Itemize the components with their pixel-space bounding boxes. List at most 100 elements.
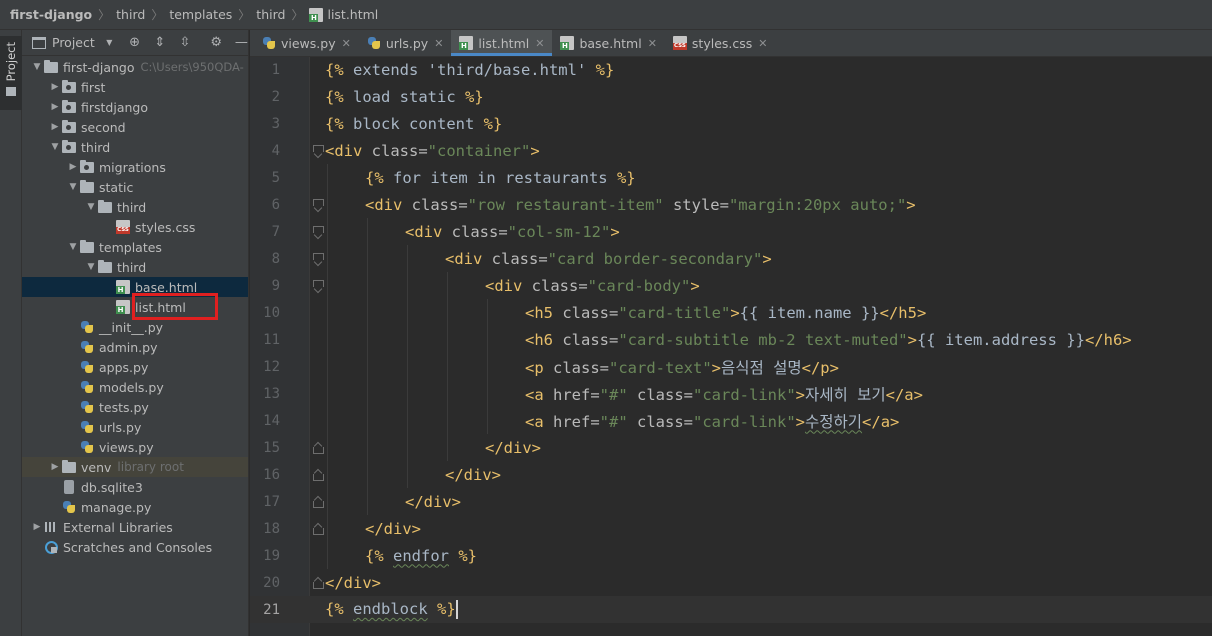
- project-tree: ▼ first-django C:\Users\950QDA- ▶ first ▶ firs…: [22, 56, 248, 557]
- code-token: </div>: [405, 492, 461, 511]
- chevron-down-icon[interactable]: ▼: [84, 262, 98, 272]
- code-token: >: [906, 195, 916, 214]
- breadcrumb-item[interactable]: templates: [169, 7, 232, 22]
- close-icon[interactable]: ✕: [758, 37, 767, 50]
- folder-icon: [62, 459, 76, 473]
- code-line: 11 <h6 class="card-subtitle mb-2 text-mut…: [250, 326, 1212, 353]
- code-editor[interactable]: 1 {% extends 'third/base.html' %} 2 {% load…: [250, 57, 1212, 636]
- tree-item-venv[interactable]: ▶ venv library root: [22, 457, 248, 477]
- tree-item-third[interactable]: ▼ third: [22, 197, 248, 217]
- code-token: >: [530, 141, 540, 160]
- tree-item-migrations[interactable]: ▶ migrations: [22, 157, 248, 177]
- chevron-down-icon[interactable]: ▼: [66, 242, 80, 252]
- chevron-right-icon[interactable]: ▶: [48, 82, 62, 92]
- chevron-down-icon[interactable]: ▼: [84, 202, 98, 212]
- tree-item-first-django[interactable]: ▼ first-django C:\Users\950QDA-: [22, 57, 248, 77]
- chevron-down-icon[interactable]: ▼: [103, 38, 116, 47]
- tree-item-tests-py[interactable]: tests.py: [22, 397, 248, 417]
- code-token: >: [610, 222, 620, 241]
- project-view-selector[interactable]: Project: [52, 35, 95, 50]
- tree-item-hint: library root: [117, 460, 184, 474]
- code-token: %}: [616, 168, 636, 187]
- tree-item-external-libraries[interactable]: ▶ External Libraries: [22, 517, 248, 537]
- code-line: 2 {% load static %}: [250, 83, 1212, 110]
- tree-item-db-sqlite3[interactable]: db.sqlite3: [22, 477, 248, 497]
- breadcrumb-item[interactable]: first-django: [10, 7, 92, 22]
- expand-all-icon[interactable]: ⇕: [153, 35, 166, 50]
- line-number: 16: [263, 466, 280, 483]
- code-text: <a href="#" class="card-link">자세히 보기</a>: [525, 383, 923, 405]
- fold-open-icon[interactable]: [312, 253, 324, 264]
- close-icon[interactable]: ✕: [648, 37, 657, 50]
- collapse-all-icon[interactable]: ⇳: [178, 35, 191, 50]
- tree-item-scratches-and-consoles[interactable]: Scratches and Consoles: [22, 537, 248, 557]
- fold-close-icon[interactable]: [312, 442, 324, 454]
- tab-base-html[interactable]: base.html ✕: [552, 30, 664, 56]
- code-token: class=: [491, 249, 548, 268]
- code-token: %}: [595, 60, 615, 79]
- chevron-right-icon[interactable]: ▶: [30, 522, 44, 532]
- code-token: >: [690, 276, 700, 295]
- tree-item-admin-py[interactable]: admin.py: [22, 337, 248, 357]
- tree-item-styles-css[interactable]: styles.css: [22, 217, 248, 237]
- fold-close-icon[interactable]: [312, 577, 324, 589]
- fold-open-icon[interactable]: [312, 145, 324, 156]
- fold-open-icon[interactable]: [312, 199, 324, 210]
- close-icon[interactable]: ✕: [342, 37, 351, 50]
- breadcrumb-item[interactable]: third: [256, 7, 285, 22]
- tree-item-views-py[interactable]: views.py: [22, 437, 248, 457]
- tree-item-init-py[interactable]: __init__.py: [22, 317, 248, 337]
- locate-file-icon[interactable]: ⊕: [128, 35, 141, 50]
- tree-item-second[interactable]: ▶ second: [22, 117, 248, 137]
- chevron-down-icon[interactable]: ▼: [66, 182, 80, 192]
- tree-item-static[interactable]: ▼ static: [22, 177, 248, 197]
- tree-item-apps-py[interactable]: apps.py: [22, 357, 248, 377]
- minimize-icon[interactable]: —: [235, 35, 248, 50]
- code-line: 21 {% endblock %}: [250, 596, 1212, 623]
- gear-icon[interactable]: ⚙: [210, 35, 223, 50]
- chevron-right-icon[interactable]: ▶: [48, 122, 62, 132]
- chevron-down-icon[interactable]: ▼: [30, 62, 44, 72]
- tree-item-urls-py[interactable]: urls.py: [22, 417, 248, 437]
- code-token: >: [730, 303, 740, 322]
- fold-close-icon[interactable]: [312, 496, 324, 508]
- code-line: 14 <a href="#" class="card-link">수정하기</a>: [250, 407, 1212, 434]
- code-token: {{ item.address }}: [916, 330, 1085, 349]
- fold-close-icon[interactable]: [312, 469, 324, 481]
- code-text: </div>: [485, 439, 541, 457]
- tree-item-label: firstdjango: [81, 99, 148, 115]
- fold-open-icon[interactable]: [312, 280, 324, 291]
- fold-close-icon[interactable]: [312, 523, 324, 535]
- code-token: %}: [483, 114, 503, 133]
- fold-open-icon[interactable]: [312, 226, 324, 237]
- tree-item-models-py[interactable]: models.py: [22, 377, 248, 397]
- code-token: </h5>: [879, 303, 927, 322]
- close-icon[interactable]: ✕: [535, 37, 544, 50]
- breadcrumb-item[interactable]: list.html: [309, 7, 378, 22]
- tree-item-third[interactable]: ▼ third: [22, 137, 248, 157]
- breadcrumb-item[interactable]: third: [116, 7, 145, 22]
- code-token: "col-sm-12": [507, 222, 611, 241]
- code-token: </div>: [445, 465, 501, 484]
- chevron-right-icon[interactable]: ▶: [66, 162, 80, 172]
- code-line: 8 <div class="card border-secondary">: [250, 245, 1212, 272]
- tab-views-py[interactable]: views.py ✕: [254, 30, 359, 56]
- code-token: {{ item.name }}: [739, 303, 880, 322]
- chevron-right-icon[interactable]: ▶: [48, 102, 62, 112]
- tree-item-manage-py[interactable]: manage.py: [22, 497, 248, 517]
- tree-item-firstdjango[interactable]: ▶ firstdjango: [22, 97, 248, 117]
- project-tool-tab[interactable]: Project: [0, 36, 22, 110]
- chevron-down-icon[interactable]: ▼: [48, 142, 62, 152]
- code-line: 15 </div>: [250, 434, 1212, 461]
- tab-urls-py[interactable]: urls.py ✕: [359, 30, 452, 56]
- tree-item-base-html[interactable]: base.html: [22, 277, 248, 297]
- tab-list-html[interactable]: list.html ✕: [451, 30, 553, 56]
- tree-item-list-html[interactable]: list.html: [22, 297, 248, 317]
- chevron-right-icon[interactable]: ▶: [48, 462, 62, 472]
- tab-styles-css[interactable]: styles.css ✕: [665, 30, 776, 56]
- tree-item-first[interactable]: ▶ first: [22, 77, 248, 97]
- tree-item-templates[interactable]: ▼ templates: [22, 237, 248, 257]
- code-line: 18 </div>: [250, 515, 1212, 542]
- close-icon[interactable]: ✕: [434, 37, 443, 50]
- tree-item-third[interactable]: ▼ third: [22, 257, 248, 277]
